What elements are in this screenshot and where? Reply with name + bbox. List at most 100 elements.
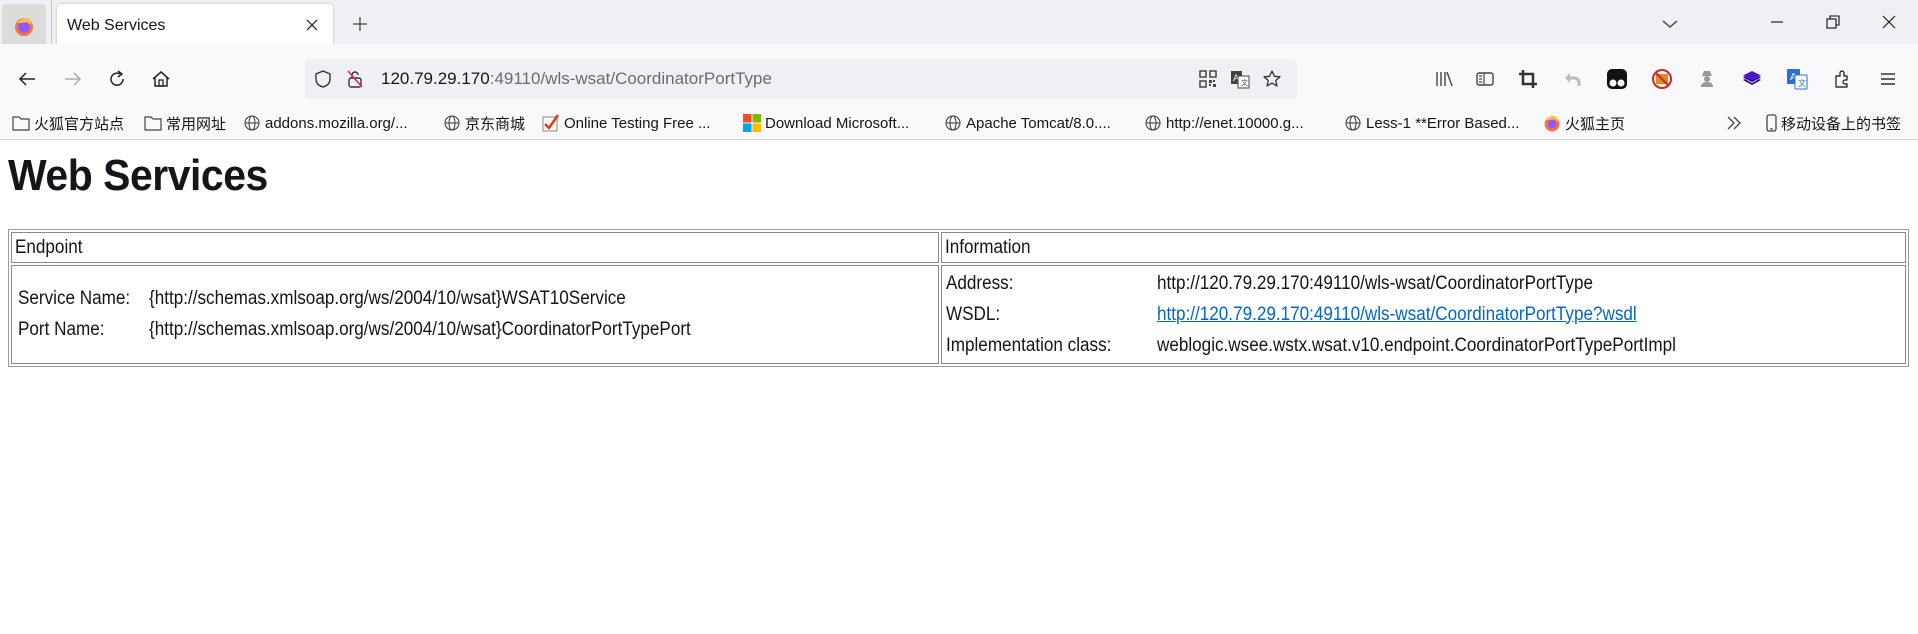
blocker-extension-button[interactable] xyxy=(1648,65,1676,93)
bookmark-folder[interactable]: 火狐官方站点 xyxy=(12,112,124,134)
insecure-lock-icon[interactable] xyxy=(343,67,367,91)
bookmark-label: 火狐官方站点 xyxy=(34,115,125,133)
bookmark-label: 京东商城 xyxy=(465,115,526,133)
firefox-icon xyxy=(1543,114,1561,132)
wsdl-label: WSDL: xyxy=(946,303,1001,325)
bookmark-label: 常用网址 xyxy=(166,115,227,133)
spy-extension-button[interactable] xyxy=(1693,65,1721,93)
minimize-button[interactable] xyxy=(1748,0,1806,44)
information-cell: Address: http://120.79.29.170:49110/wls-… xyxy=(941,265,1906,364)
page-content: Web Services Endpoint Information Servic… xyxy=(0,141,1918,634)
url-bar[interactable]: 120.79.29.170:49110/wls-wsat/Coordinator… xyxy=(305,59,1297,99)
new-tab-button[interactable] xyxy=(346,10,374,38)
bookmark-item[interactable]: addons.mozilla.org/... xyxy=(243,112,408,134)
implementation-class-value: weblogic.wsee.wstx.wsat.v10.endpoint.Coo… xyxy=(1157,334,1676,356)
information-header: Information xyxy=(941,232,1906,263)
bookmarks-overflow-button[interactable] xyxy=(1726,112,1742,134)
tab-strip: Web Services xyxy=(0,0,1918,48)
bookmark-label: Download Microsoft... xyxy=(765,114,910,132)
bookmark-item[interactable]: 京东商城 xyxy=(443,112,525,134)
url-path: :49110/wls-wsat/CoordinatorPortType xyxy=(489,69,772,88)
crop-icon xyxy=(1519,70,1537,88)
globe-icon xyxy=(1144,114,1162,132)
tab-web-services[interactable]: Web Services xyxy=(57,4,333,48)
mobile-device-icon xyxy=(1765,114,1777,132)
globe-icon xyxy=(944,114,962,132)
tab-separator xyxy=(51,0,52,44)
endpoint-cell: Service Name: {http://schemas.xmlsoap.or… xyxy=(11,265,939,364)
layers-icon xyxy=(1743,71,1761,85)
close-tab-icon[interactable] xyxy=(303,16,321,34)
checkbox-icon xyxy=(542,114,560,132)
translate-page-icon[interactable]: A文 xyxy=(1228,67,1252,91)
sidebar-icon xyxy=(1476,72,1494,86)
extensions-button[interactable] xyxy=(1828,65,1856,93)
address-row: Address: http://120.79.29.170:49110/wls-… xyxy=(946,268,1737,299)
port-name-label: Port Name: xyxy=(18,319,105,340)
port-name-value: {http://schemas.xmlsoap.org/ws/2004/10/w… xyxy=(148,319,691,340)
app-menu-button[interactable] xyxy=(1874,65,1902,93)
arrow-left-icon xyxy=(18,72,35,86)
bookmark-item[interactable]: http://enet.10000.g... xyxy=(1144,112,1304,134)
url-text[interactable]: 120.79.29.170:49110/wls-wsat/Coordinator… xyxy=(381,69,772,89)
endpoint-details: Service Name: {http://schemas.xmlsoap.or… xyxy=(18,284,754,346)
bookmark-item[interactable]: 火狐主页 xyxy=(1543,112,1625,134)
firefox-view-button[interactable] xyxy=(2,4,46,48)
chevron-down-icon xyxy=(1662,20,1678,29)
undo-arrow-icon xyxy=(1565,73,1581,86)
mobile-bookmarks[interactable]: 移动设备上的书签 xyxy=(1765,112,1901,134)
undo-close-tab-button[interactable] xyxy=(1558,65,1586,93)
close-icon xyxy=(1882,15,1896,29)
bookmark-label: 火狐主页 xyxy=(1565,115,1626,133)
web-services-table: Endpoint Information Service Name: {http… xyxy=(8,229,1909,367)
restore-button[interactable] xyxy=(1804,0,1862,44)
layers-extension-button[interactable] xyxy=(1738,65,1766,93)
firefox-icon xyxy=(15,17,33,36)
mobile-bookmarks-label: 移动设备上的书签 xyxy=(1781,115,1902,133)
translate-extension-button[interactable]: A文 xyxy=(1783,65,1811,93)
bookmark-item[interactable]: Less-1 **Error Based... xyxy=(1344,112,1519,134)
wsdl-link[interactable]: http://120.79.29.170:49110/wls-wsat/Coor… xyxy=(1157,304,1637,326)
minimize-icon xyxy=(1771,21,1783,23)
home-button[interactable] xyxy=(143,61,179,97)
globe-icon xyxy=(1344,114,1362,132)
microsoft-logo-icon xyxy=(743,114,761,132)
bookmark-item[interactable]: Download Microsoft... xyxy=(743,112,909,134)
toolbar-top-strip xyxy=(0,44,1918,53)
chevron-double-right-icon xyxy=(1727,116,1741,130)
bookmark-item[interactable]: Apache Tomcat/8.0.... xyxy=(944,112,1111,134)
page-title: Web Services xyxy=(8,151,268,200)
close-window-button[interactable] xyxy=(1860,0,1918,44)
forward-button[interactable] xyxy=(55,61,91,97)
qr-code-icon[interactable] xyxy=(1196,67,1220,91)
tampermonkey-extension-button[interactable] xyxy=(1603,65,1631,93)
wsdl-row: WSDL: http://120.79.29.170:49110/wls-wsa… xyxy=(946,299,1737,330)
navigation-toolbar: 120.79.29.170:49110/wls-wsat/Coordinator… xyxy=(0,53,1918,106)
url-host: 120.79.29.170 xyxy=(381,69,490,88)
bookmark-label: Apache Tomcat/8.0.... xyxy=(966,114,1111,132)
information-details: Address: http://120.79.29.170:49110/wls-… xyxy=(946,268,1737,361)
bookmark-item[interactable]: Online Testing Free ... xyxy=(542,112,710,134)
back-button[interactable] xyxy=(9,61,45,97)
bookmarks-toolbar: 火狐官方站点 常用网址 addons.mozilla.org/... 京东商城 … xyxy=(0,106,1918,140)
bookmark-label: http://enet.10000.g... xyxy=(1166,114,1304,132)
puzzle-piece-icon xyxy=(1835,70,1848,88)
hamburger-menu-icon xyxy=(1881,73,1895,85)
reload-button[interactable] xyxy=(99,61,135,97)
bookmark-folder[interactable]: 常用网址 xyxy=(144,112,226,134)
arrow-right-icon xyxy=(65,72,82,86)
library-button[interactable] xyxy=(1430,65,1458,93)
tracking-protection-shield-icon[interactable] xyxy=(311,67,335,91)
tab-title: Web Services xyxy=(67,17,166,34)
tampermonkey-icon xyxy=(1607,69,1627,89)
svg-text:文: 文 xyxy=(1241,78,1248,87)
folder-icon xyxy=(144,114,162,132)
address-label: Address: xyxy=(946,272,1014,294)
plus-icon xyxy=(353,17,367,31)
list-all-tabs-button[interactable] xyxy=(1660,14,1680,34)
bookmark-star-icon[interactable] xyxy=(1260,67,1284,91)
service-name-value: {http://schemas.xmlsoap.org/ws/2004/10/w… xyxy=(148,288,626,309)
sidebar-button[interactable] xyxy=(1471,65,1499,93)
screenshot-button[interactable] xyxy=(1514,65,1542,93)
restore-icon xyxy=(1826,15,1840,29)
